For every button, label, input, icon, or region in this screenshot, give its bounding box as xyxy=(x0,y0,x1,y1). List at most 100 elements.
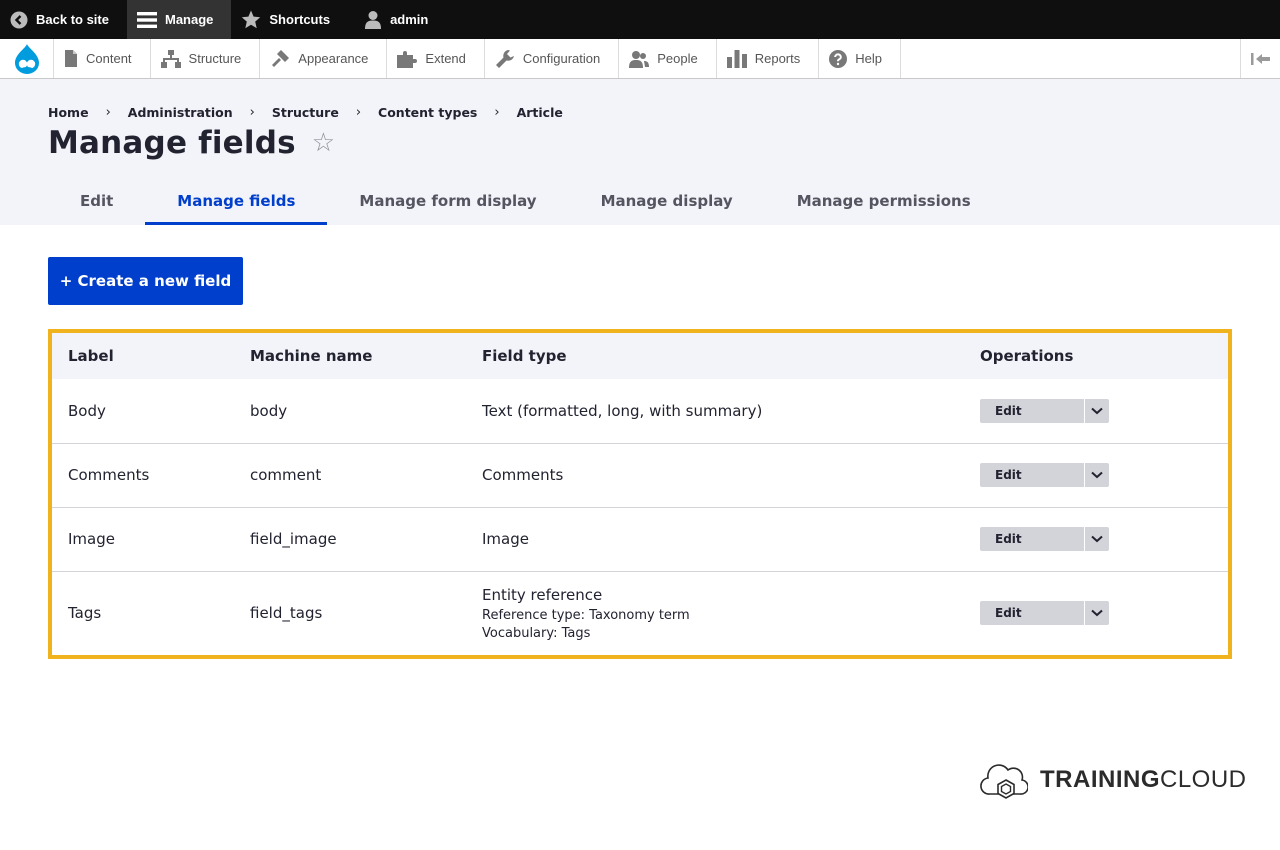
back-to-site-link[interactable]: Back to site xyxy=(0,0,127,39)
tray-label: Content xyxy=(86,51,132,66)
field-type: Text (formatted, long, with summary) xyxy=(466,379,964,444)
structure-icon xyxy=(160,49,181,68)
content-icon xyxy=(65,50,77,67)
tray-item-extend[interactable]: Extend xyxy=(387,39,485,78)
dropbutton-toggle[interactable] xyxy=(1084,398,1109,423)
table-row: Body body Text (formatted, long, with su… xyxy=(52,379,1228,444)
edit-button[interactable]: Edit xyxy=(980,399,1084,423)
manage-label: Manage xyxy=(164,12,214,27)
field-label: Image xyxy=(52,507,234,572)
manage-tab[interactable]: Manage xyxy=(126,0,232,39)
user-tab[interactable]: admin xyxy=(348,0,446,39)
tray-item-configuration[interactable]: Configuration xyxy=(485,39,620,78)
tray-spacer xyxy=(901,39,1240,78)
page-title: Manage fields xyxy=(48,125,296,161)
breadcrumb-article[interactable]: Article xyxy=(517,105,563,120)
appearance-icon xyxy=(272,49,290,67)
tray-orientation-toggle[interactable] xyxy=(1240,39,1280,78)
field-type: Entity reference xyxy=(482,585,603,604)
tab-edit[interactable]: Edit xyxy=(48,183,145,225)
field-machine-name: field_image xyxy=(234,507,466,572)
tab-manage-permissions[interactable]: Manage permissions xyxy=(765,183,1003,225)
field-label: Comments xyxy=(52,443,234,508)
header-machine-name: Machine name xyxy=(250,347,373,365)
edit-button[interactable]: Edit xyxy=(980,527,1084,551)
back-arrow-icon xyxy=(10,11,28,28)
tray-item-structure[interactable]: Structure xyxy=(151,39,261,78)
tray-label: Configuration xyxy=(522,51,601,66)
wrench-icon xyxy=(495,49,514,68)
field-label: Tags xyxy=(68,604,102,623)
breadcrumb-structure[interactable]: Structure xyxy=(272,105,339,120)
breadcrumb-separator-icon: › xyxy=(355,105,362,120)
table-header-row: Label Machine name Field type Operations xyxy=(52,333,1228,379)
tab-label: Manage fields xyxy=(177,192,296,210)
table-row: Image field_image Image Edit xyxy=(52,507,1228,572)
breadcrumb-separator-icon: › xyxy=(249,105,255,120)
field-type: Image xyxy=(466,507,964,572)
header-label: Label xyxy=(68,347,114,365)
tray-item-help[interactable]: Help xyxy=(819,39,901,78)
breadcrumb-administration[interactable]: Administration xyxy=(128,105,233,120)
brand-text-bold: TRAINING xyxy=(1040,766,1160,793)
tab-label: Manage form display xyxy=(359,192,537,210)
dropbutton-toggle[interactable] xyxy=(1084,463,1109,487)
chevron-down-icon xyxy=(1091,471,1103,479)
operations-dropbutton: Edit xyxy=(980,398,1109,423)
tray-label: Extend xyxy=(425,51,466,66)
operations-dropbutton: Edit xyxy=(980,601,1109,626)
brand-text-light: CLOUD xyxy=(1160,766,1247,793)
tray-label: Reports xyxy=(754,51,801,66)
cloud-logo-icon xyxy=(980,764,1028,799)
operations-cell: Edit xyxy=(964,443,1228,508)
dropbutton-toggle[interactable] xyxy=(1084,601,1109,626)
primary-tabs: Edit Manage fields Manage form display M… xyxy=(48,183,1003,225)
people-icon xyxy=(629,50,650,68)
extend-icon xyxy=(397,50,418,68)
drupal-logo[interactable] xyxy=(0,39,54,78)
shortcut-star-icon[interactable]: ☆ xyxy=(312,130,336,156)
back-to-site-label: Back to site xyxy=(36,12,109,27)
admin-tray: Content Structure Appearance Extend Conf… xyxy=(0,39,1280,79)
trainingcloud-logo: TRAININGCLOUD xyxy=(980,760,1247,800)
tray-item-content[interactable]: Content xyxy=(54,39,151,78)
tray-item-reports[interactable]: Reports xyxy=(717,39,820,78)
tab-manage-form-display[interactable]: Manage form display xyxy=(327,183,568,225)
operations-dropbutton: Edit xyxy=(980,527,1109,551)
table-row: Comments comment Comments Edit xyxy=(52,443,1228,508)
tab-label: Manage permissions xyxy=(796,192,971,210)
hamburger-icon xyxy=(136,11,157,28)
tab-manage-fields[interactable]: Manage fields xyxy=(145,183,328,225)
shortcuts-label: Shortcuts xyxy=(269,12,331,27)
breadcrumb-content-types[interactable]: Content types xyxy=(378,105,477,120)
field-machine-name: body xyxy=(234,379,466,444)
fields-table: Label Machine name Field type Operations… xyxy=(52,333,1228,655)
breadcrumb-separator-icon: › xyxy=(105,105,111,120)
page-title-row: Manage fields ☆ xyxy=(48,125,335,161)
page-header: Home › Administration › Structure › Cont… xyxy=(0,79,1280,225)
drupal-drop-icon xyxy=(14,43,39,74)
user-icon xyxy=(365,11,382,29)
star-filled-icon xyxy=(242,10,261,29)
tray-item-appearance[interactable]: Appearance xyxy=(260,39,388,78)
header-operations: Operations xyxy=(980,347,1074,365)
field-vocabulary: Vocabulary: Tags xyxy=(482,625,591,641)
table-row: Tags field_tags Entity reference Referen… xyxy=(52,571,1228,655)
tray-item-people[interactable]: People xyxy=(619,39,717,78)
create-new-field-button[interactable]: + Create a new field xyxy=(48,257,243,305)
breadcrumb-home[interactable]: Home xyxy=(48,105,89,120)
reports-icon xyxy=(726,49,747,68)
help-icon xyxy=(829,49,848,68)
tab-manage-display[interactable]: Manage display xyxy=(569,183,765,225)
dropbutton-toggle[interactable] xyxy=(1084,527,1109,551)
edit-button[interactable]: Edit xyxy=(980,601,1084,625)
chevron-down-icon xyxy=(1091,610,1103,617)
header-field-type: Field type xyxy=(482,347,567,365)
tray-label: Help xyxy=(855,51,882,66)
field-reference-type: Reference type: Taxonomy term xyxy=(482,607,690,623)
operations-dropbutton: Edit xyxy=(980,463,1109,487)
edit-button[interactable]: Edit xyxy=(980,463,1084,487)
tray-label: Appearance xyxy=(298,51,369,66)
field-machine-name: field_tags xyxy=(250,604,323,623)
shortcuts-tab[interactable]: Shortcuts xyxy=(231,0,348,39)
